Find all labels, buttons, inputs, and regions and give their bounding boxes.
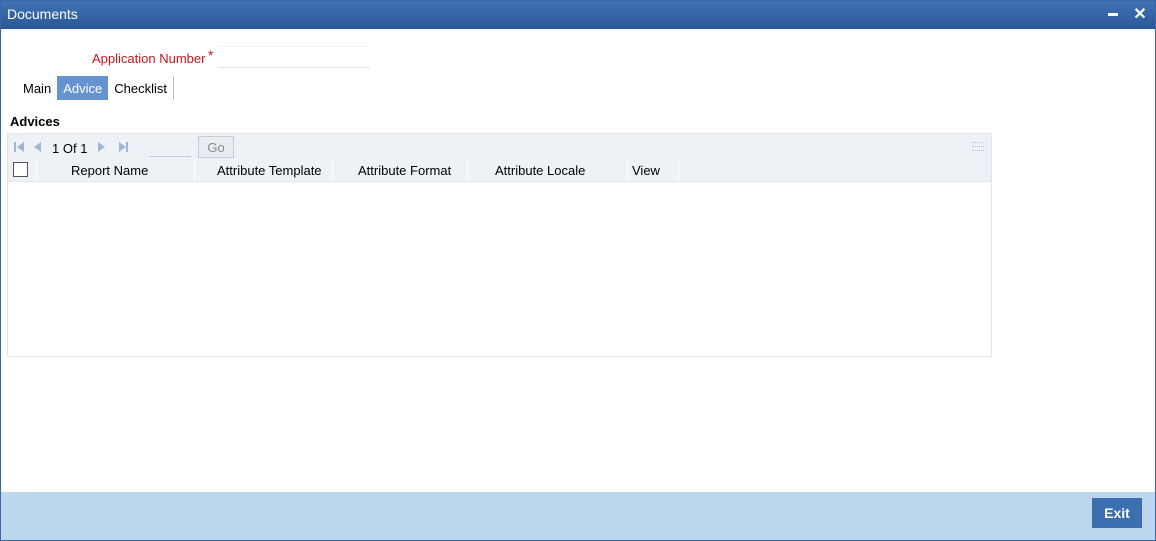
last-page-icon[interactable] <box>119 142 129 152</box>
column-divider <box>36 160 37 181</box>
column-divider <box>627 160 628 181</box>
column-header-attribute-format[interactable]: Attribute Format <box>358 160 451 181</box>
column-header-report-name[interactable]: Report Name <box>71 160 148 181</box>
column-header-attribute-template[interactable]: Attribute Template <box>217 160 322 181</box>
footer-bar: Exit <box>1 492 1155 540</box>
minimize-button[interactable] <box>1103 5 1123 25</box>
required-marker: * <box>208 47 214 63</box>
grid-header-row: Report Name Attribute Template Attribute… <box>8 160 991 182</box>
previous-page-icon[interactable] <box>34 142 44 152</box>
column-divider <box>194 160 195 181</box>
current-page: 1 <box>52 141 60 156</box>
close-button[interactable]: ✕ <box>1130 5 1150 25</box>
page-indicator: 1 Of 1 <box>52 141 87 156</box>
page-of-label: Of <box>62 141 77 156</box>
minimize-icon <box>1108 13 1118 17</box>
column-settings-icon[interactable] <box>972 142 984 153</box>
application-number-input[interactable] <box>218 46 370 68</box>
title-bar: Documents ✕ <box>1 1 1155 29</box>
tab-divider <box>172 76 174 100</box>
go-button[interactable]: Go <box>198 136 234 158</box>
first-page-icon[interactable] <box>14 142 24 152</box>
column-divider <box>467 160 468 181</box>
application-number-label: Application Number <box>92 51 206 66</box>
next-page-icon[interactable] <box>98 142 108 152</box>
select-all-checkbox[interactable] <box>13 162 28 177</box>
column-divider <box>332 160 333 181</box>
tab-advice[interactable]: Advice <box>57 76 109 100</box>
grid-toolbar: 1 Of 1 Go <box>8 134 991 160</box>
advices-grid: 1 Of 1 Go Report Name Attribute Template… <box>7 133 992 357</box>
column-header-attribute-locale[interactable]: Attribute Locale <box>495 160 585 181</box>
column-header-view[interactable]: View <box>632 160 660 181</box>
tab-main[interactable]: Main <box>17 76 57 100</box>
column-divider <box>678 160 679 181</box>
tab-bar: Main Advice Checklist <box>17 76 174 100</box>
tab-checklist[interactable]: Checklist <box>108 76 173 100</box>
close-icon: ✕ <box>1133 6 1147 23</box>
documents-window: Documents ✕ Application Number * Main Ad… <box>0 0 1156 541</box>
exit-button[interactable]: Exit <box>1092 498 1142 528</box>
goto-page-input[interactable] <box>149 137 191 157</box>
window-title: Documents <box>7 6 78 22</box>
total-pages: 1 <box>80 141 88 156</box>
advices-section-title: Advices <box>10 114 60 129</box>
